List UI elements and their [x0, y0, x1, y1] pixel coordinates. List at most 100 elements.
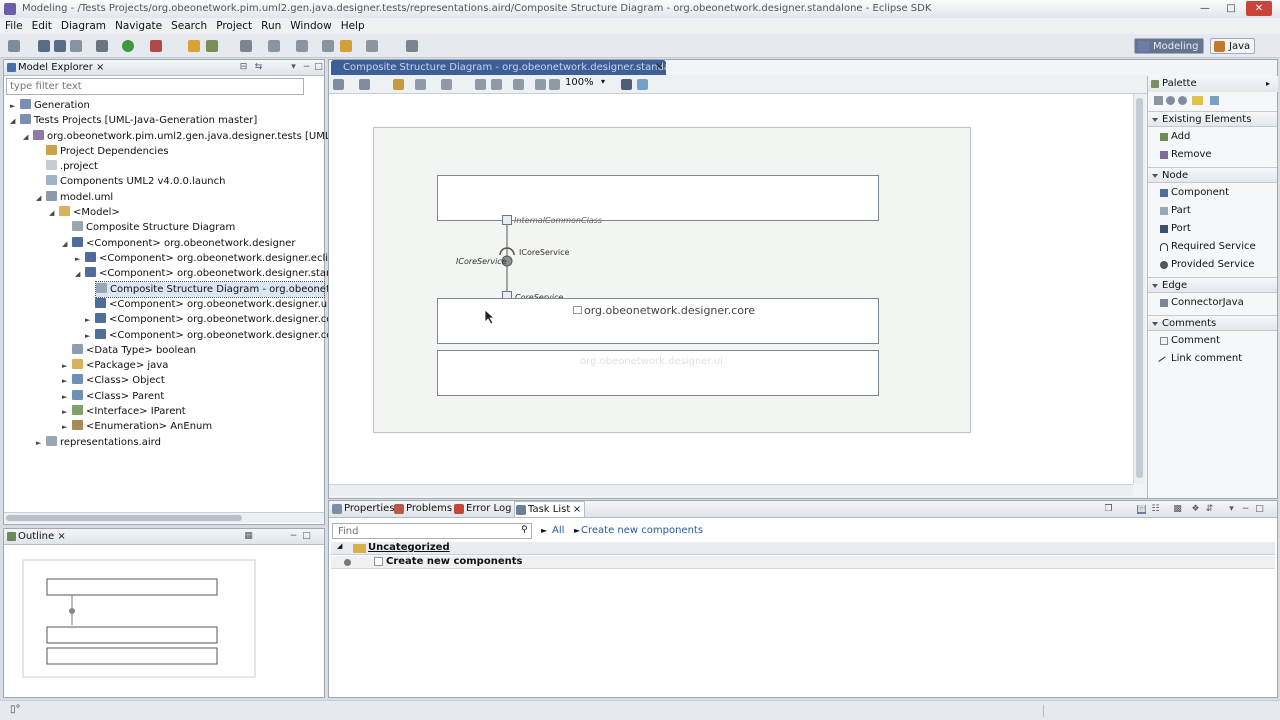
tree-item-component-designer[interactable]: ◢ <Component> org.obeonetwork.designer: [62, 236, 296, 251]
tab-task-list[interactable]: Task List ×: [514, 501, 586, 517]
editor-tab[interactable]: Composite Structure Diagram - org.obeone…: [331, 60, 666, 75]
filter-input[interactable]: [6, 78, 304, 95]
task-row[interactable]: Create new components: [331, 556, 1275, 569]
arrange-icon[interactable]: [333, 79, 344, 90]
back-icon[interactable]: [322, 40, 334, 52]
view-menu-icon[interactable]: ▾: [289, 63, 298, 72]
new-icon[interactable]: [8, 40, 20, 52]
select-tool-icon[interactable]: [1154, 96, 1163, 105]
palette-item-part[interactable]: Part: [1160, 203, 1191, 219]
tree-item-component-eclipse[interactable]: ► <Component> org.obeonetwork.designer.ec…: [75, 251, 346, 266]
close-view-icon[interactable]: ×: [96, 62, 104, 73]
palette-item-link-comment[interactable]: Link comment: [1158, 351, 1242, 368]
tree-item-tests-plugin[interactable]: ◢ org.obeonetwork.pim.uml2.gen.java.desig…: [23, 129, 367, 144]
pin-elements-icon[interactable]: [491, 79, 502, 90]
palette-item-port[interactable]: Port: [1160, 221, 1191, 237]
tree-item-class-parent[interactable]: ► <Class> Parent: [62, 389, 164, 404]
palette-item-remove[interactable]: Remove: [1160, 147, 1212, 163]
categorized-icon[interactable]: ▦: [1137, 505, 1146, 514]
filters-icon[interactable]: [441, 79, 452, 90]
menu-diagram[interactable]: Diagram: [56, 18, 110, 34]
scheduled-icon[interactable]: ☷: [1151, 505, 1160, 514]
tree-item-selected-diagram[interactable]: Composite Structure Diagram - org.obeone…: [95, 281, 348, 298]
zoom-level[interactable]: 100%: [565, 77, 594, 88]
scrollbar-thumb[interactable]: [6, 515, 242, 521]
view-menu-icon[interactable]: ▾: [1227, 505, 1236, 514]
menu-window[interactable]: Window: [285, 18, 335, 34]
link-editor-icon[interactable]: ⇆: [254, 63, 263, 72]
palette-section-comments[interactable]: Comments: [1148, 315, 1277, 331]
perspective-modeling[interactable]: Modeling: [1134, 38, 1204, 54]
outline-tab[interactable]: Outline × ▦ − □: [4, 529, 324, 545]
zoom-out-tool-icon[interactable]: [1178, 96, 1187, 105]
outline-thumbnail[interactable]: [22, 559, 258, 679]
open-task-icon[interactable]: [206, 40, 218, 52]
toggle-icon[interactable]: [240, 40, 252, 52]
palette-section-edge[interactable]: Edge: [1148, 277, 1277, 293]
tree-item-representations[interactable]: ► representations.aird: [36, 435, 161, 450]
menu-project[interactable]: Project: [211, 18, 256, 34]
tree-item-tests-projects[interactable]: ◢ Tests Projects [UML-Java-Generation mas…: [10, 113, 257, 128]
editor-tab-close-icon[interactable]: ×: [655, 61, 663, 72]
zoom-out-icon[interactable]: [549, 79, 560, 90]
outline-toggle-icon[interactable]: ▦: [244, 532, 253, 541]
history-icon[interactable]: [366, 40, 378, 52]
tree-item-model[interactable]: ◢ <Model>: [49, 205, 120, 220]
scrollbar-thumb[interactable]: [1136, 98, 1143, 478]
palette-item-component[interactable]: Component: [1160, 185, 1229, 201]
attachment-tool-icon[interactable]: [1210, 96, 1219, 105]
tree-item-launch[interactable]: Components UML2 v4.0.0.launch: [36, 174, 225, 189]
tree-item-component-comm[interactable]: ► <Component> org.obeonetwork.designer.co…: [85, 328, 352, 343]
ui-part[interactable]: org.obeonetwork.designer.ui: [437, 350, 879, 396]
save-all-icon[interactable]: [54, 40, 66, 52]
task-status-icon[interactable]: [344, 559, 351, 566]
minimize-button[interactable]: —: [1192, 1, 1218, 16]
focus-icon[interactable]: ❖: [1191, 505, 1200, 514]
menu-help[interactable]: Help: [336, 18, 369, 34]
zoom-in-icon[interactable]: [535, 79, 546, 90]
tree-item-enum[interactable]: ► <Enumeration> AnEnum: [62, 419, 212, 434]
tab-properties[interactable]: Properties: [331, 501, 395, 517]
palette-item-add[interactable]: Add: [1160, 129, 1190, 145]
palette-item-comment[interactable]: Comment: [1160, 333, 1220, 349]
tree-item-dot-project[interactable]: .project: [36, 159, 98, 174]
expand-icon[interactable]: ⇵: [1205, 505, 1214, 514]
tab-problems[interactable]: Problems: [393, 501, 452, 517]
tree-item-component-core[interactable]: ► <Component> org.obeonetwork.designer.co…: [85, 312, 342, 327]
open-type-icon[interactable]: [188, 40, 200, 52]
tree-item-interface-iparent[interactable]: ► <Interface> IParent: [62, 404, 186, 419]
tree-item-project-dependencies[interactable]: Project Dependencies: [36, 144, 169, 159]
close-button[interactable]: ✕: [1246, 1, 1272, 16]
tree-item-component-ui[interactable]: <Component> org.obeonetwork.designer.ui: [85, 297, 330, 312]
menu-edit[interactable]: Edit: [27, 18, 56, 34]
minimize-view-icon[interactable]: −: [289, 532, 298, 541]
layers-icon[interactable]: [415, 79, 426, 90]
maximize-button[interactable]: □: [1218, 1, 1244, 16]
filter-active-task-link[interactable]: Create new components: [581, 525, 703, 536]
refresh-icon[interactable]: [393, 79, 404, 90]
pin-icon[interactable]: [406, 40, 418, 52]
palette-item-connector-java[interactable]: ConnectorJava: [1160, 295, 1244, 311]
grid-icon[interactable]: [637, 79, 648, 90]
select-icon[interactable]: [359, 79, 370, 90]
zoom-in-tool-icon[interactable]: [1166, 96, 1175, 105]
palette-item-provided-service[interactable]: Provided Service: [1160, 257, 1255, 273]
perspective-java[interactable]: Java: [1210, 38, 1256, 54]
minimize-view-icon[interactable]: −: [302, 63, 311, 72]
find-input-wrapper[interactable]: ⚲: [332, 523, 532, 539]
close-view-icon[interactable]: ×: [57, 531, 65, 542]
maximize-view-icon[interactable]: □: [1255, 505, 1264, 514]
palette-hide-icon[interactable]: ▸: [1266, 76, 1270, 92]
internal-port[interactable]: [502, 215, 512, 225]
palette-item-required-service[interactable]: Required Service: [1160, 239, 1256, 255]
menu-navigate[interactable]: Navigate: [110, 18, 166, 34]
palette-section-node[interactable]: Node: [1148, 167, 1277, 183]
palette-section-existing-elements[interactable]: Existing Elements: [1148, 111, 1277, 127]
search-icon[interactable]: ⚲: [521, 525, 528, 535]
core-part[interactable]: org.obeonetwork.designer.core: [437, 298, 879, 344]
find-input[interactable]: [333, 524, 513, 538]
maximize-view-icon[interactable]: □: [302, 532, 311, 541]
new-task-icon[interactable]: ❐: [1104, 505, 1113, 514]
print-diagram-icon[interactable]: [513, 79, 524, 90]
diagram-horizontal-scrollbar[interactable]: [329, 484, 1133, 496]
